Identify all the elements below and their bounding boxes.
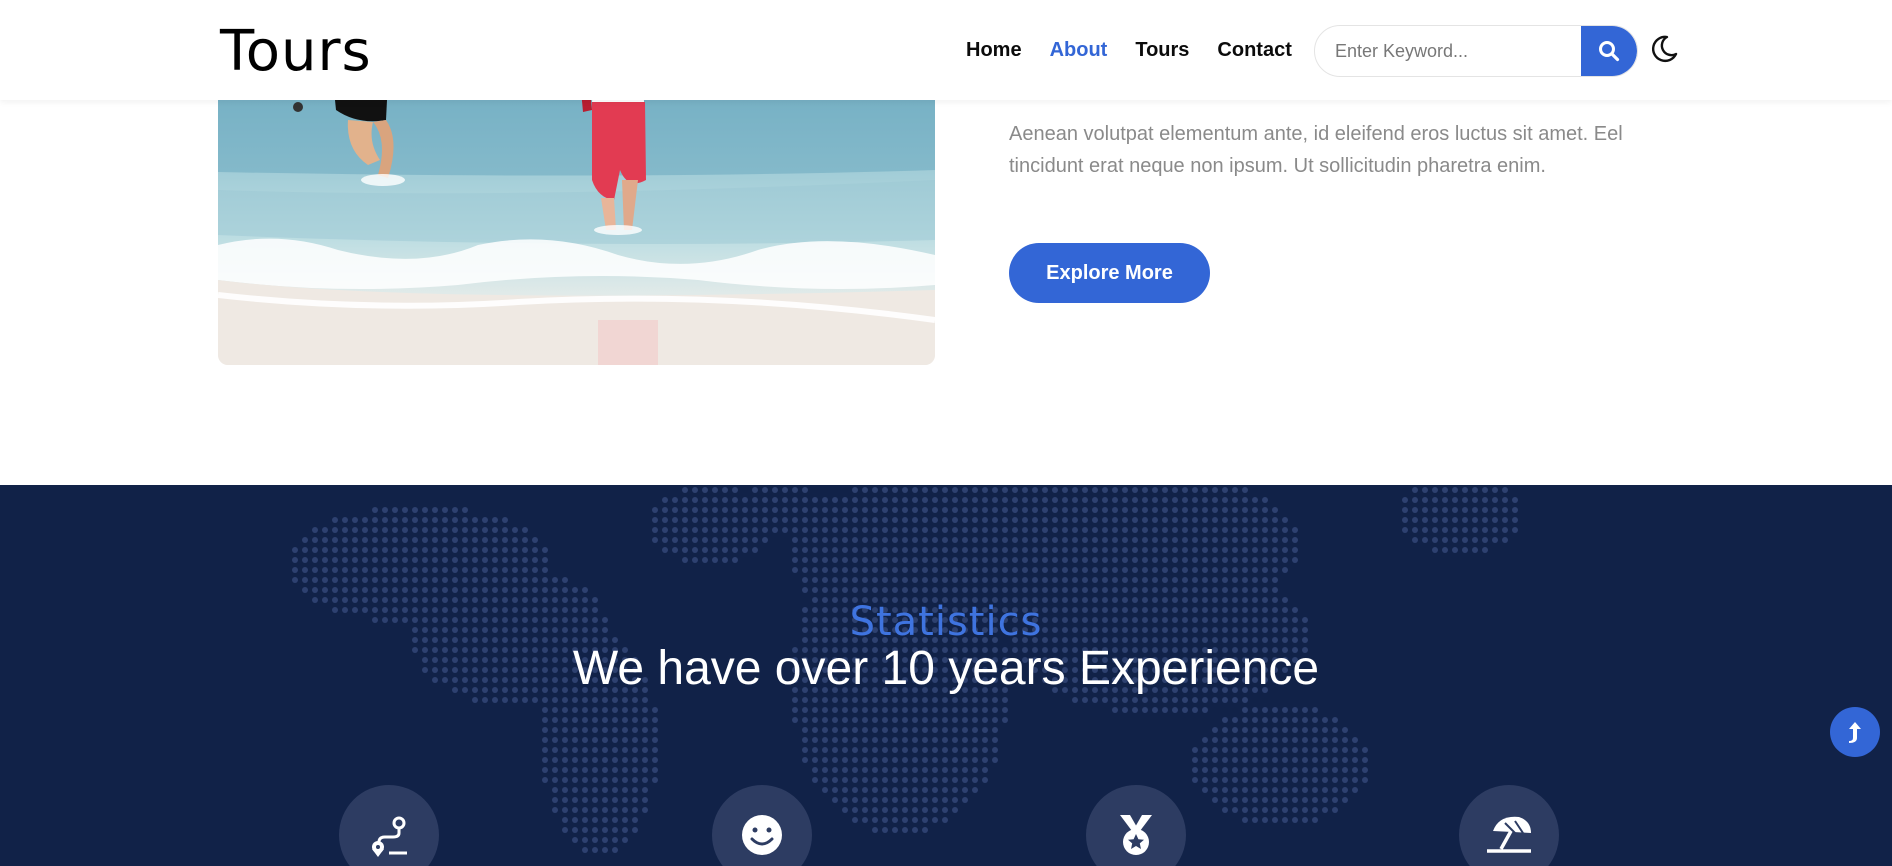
- logo[interactable]: Tours: [220, 20, 372, 84]
- scroll-to-top-button[interactable]: [1830, 707, 1880, 757]
- statistics-label: Statistics: [849, 599, 1043, 645]
- nav-contact[interactable]: Contact: [1217, 38, 1291, 62]
- explore-more-button[interactable]: Explore More: [1009, 243, 1210, 303]
- nav-home[interactable]: Home: [966, 38, 1022, 62]
- site-header: Tours Home About Tours Contact: [0, 0, 1892, 100]
- route-icon: [372, 816, 407, 857]
- beach-photo: [218, 80, 935, 365]
- main-nav: Home About Tours Contact: [966, 38, 1320, 62]
- nav-tours[interactable]: Tours: [1135, 38, 1189, 62]
- nav-about[interactable]: About: [1050, 38, 1108, 62]
- search-input[interactable]: [1335, 26, 1575, 76]
- medal-icon: [1120, 815, 1152, 855]
- arrow-up-icon: [1849, 722, 1861, 743]
- beach-umbrella-icon: [1487, 816, 1531, 853]
- statistics-title: We have over 10 years Experience: [572, 642, 1320, 695]
- about-paragraph: Aenean volutpat elementum ante, id eleif…: [1009, 123, 1623, 177]
- moon-icon[interactable]: [1650, 34, 1678, 64]
- statistics-section: Statistics We have over 10 years Experie…: [0, 485, 1892, 866]
- search-box: [1314, 25, 1638, 77]
- search-icon: [1599, 41, 1620, 62]
- search-button[interactable]: [1581, 26, 1637, 76]
- smile-icon: [742, 815, 782, 855]
